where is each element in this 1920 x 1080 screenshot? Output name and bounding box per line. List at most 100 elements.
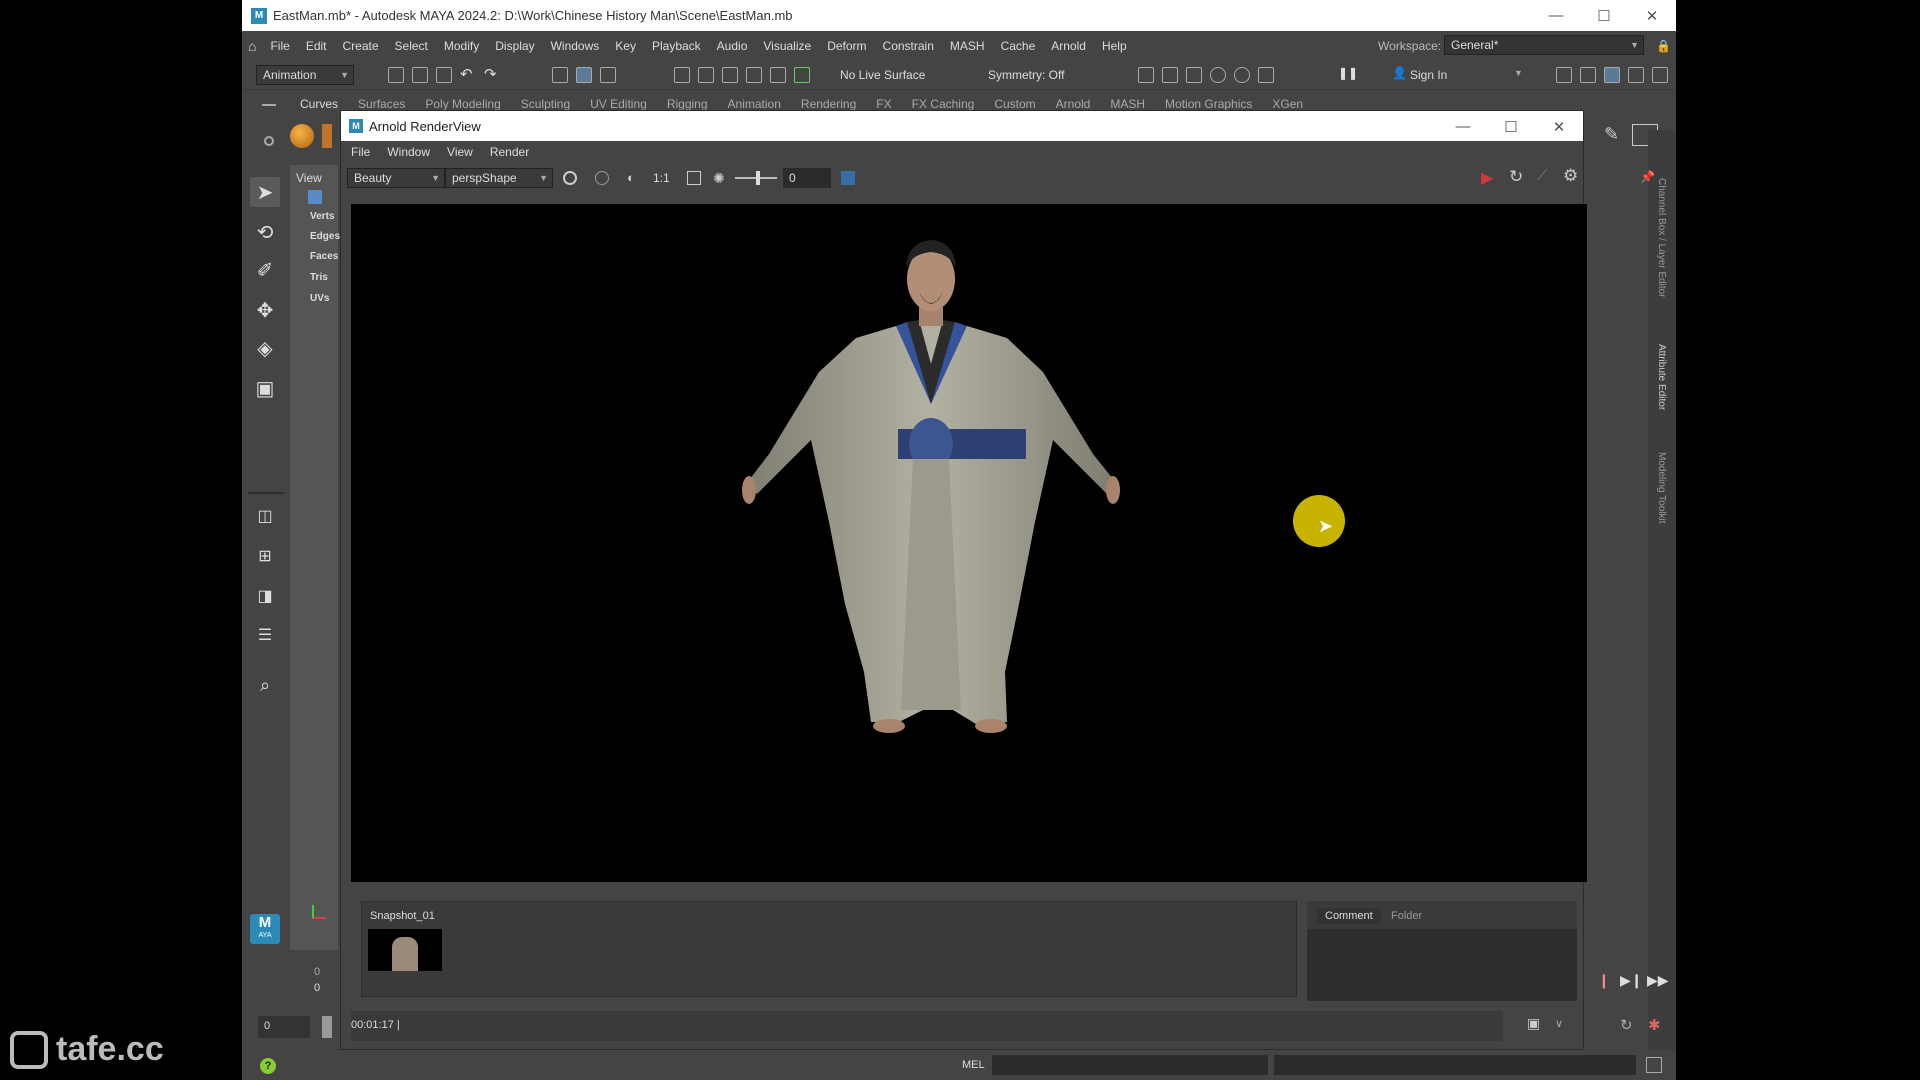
shelf-tab-xgen[interactable]: XGen bbox=[1262, 97, 1313, 111]
pause-icon[interactable]: ❚❚ bbox=[1338, 66, 1358, 80]
shelf-menu-icon[interactable] bbox=[262, 104, 276, 106]
comment-tab[interactable]: Comment bbox=[1317, 908, 1381, 924]
renderview-close-button[interactable]: ✕ bbox=[1535, 111, 1583, 142]
aov-dropdown[interactable]: Beauty ▼ bbox=[347, 168, 445, 188]
move-tool-icon[interactable]: ✥ bbox=[250, 295, 280, 325]
stop-render-icon[interactable]: ⟋ bbox=[1537, 167, 1548, 184]
pin-icon[interactable]: 📌 bbox=[1640, 170, 1655, 184]
loop-icon[interactable]: ↻ bbox=[1620, 1016, 1633, 1034]
brush-shelf-icon[interactable]: ✎ bbox=[1604, 124, 1619, 145]
redo-icon[interactable]: ↷ bbox=[484, 65, 497, 83]
fit-frame-icon[interactable] bbox=[687, 171, 701, 185]
renderview-settings-icon[interactable]: ⚙ bbox=[1563, 166, 1578, 186]
rv-menu-file[interactable]: File bbox=[351, 145, 379, 159]
rgb-icon[interactable] bbox=[595, 171, 609, 185]
color-management-icon[interactable] bbox=[841, 171, 855, 185]
display-channel-icon[interactable] bbox=[563, 171, 577, 185]
snap-surface-icon[interactable] bbox=[770, 67, 786, 83]
menu-mash[interactable]: MASH bbox=[942, 39, 993, 53]
shelf-settings-icon[interactable] bbox=[264, 136, 274, 146]
rotate-tool-icon[interactable]: ◈ bbox=[250, 333, 280, 363]
rv-menu-window[interactable]: Window bbox=[387, 145, 439, 159]
select-component-icon[interactable] bbox=[600, 67, 616, 83]
menu-visualize[interactable]: Visualize bbox=[755, 39, 819, 53]
comment-textarea[interactable] bbox=[1307, 929, 1577, 1001]
snap-point-icon[interactable] bbox=[722, 67, 738, 83]
menu-help[interactable]: Help bbox=[1094, 39, 1135, 53]
render-current-icon[interactable] bbox=[1138, 67, 1154, 83]
menu-file[interactable]: File bbox=[262, 39, 297, 53]
select-object-icon[interactable] bbox=[576, 67, 592, 83]
mel-label[interactable]: MEL bbox=[962, 1059, 985, 1071]
rv-menu-view[interactable]: View bbox=[447, 145, 482, 159]
script-editor-icon[interactable] bbox=[1646, 1057, 1662, 1073]
exposure-icon[interactable]: ✺ bbox=[713, 170, 725, 187]
close-button[interactable]: ✕ bbox=[1628, 0, 1676, 31]
attribute-editor-tab[interactable]: Attribute Editor bbox=[1656, 344, 1667, 410]
maximize-button[interactable]: ☐ bbox=[1580, 0, 1628, 31]
shelf-tab-arnold[interactable]: Arnold bbox=[1046, 97, 1101, 111]
snapshot-camera-icon[interactable]: ▣ bbox=[1527, 1015, 1540, 1032]
crop-region-icon[interactable]: ◐ bbox=[627, 170, 635, 185]
lock-icon[interactable]: 🔒 bbox=[1656, 39, 1671, 53]
mel-input[interactable] bbox=[992, 1055, 1268, 1075]
shelf-tab-motion-graphics[interactable]: Motion Graphics bbox=[1155, 97, 1262, 111]
render-start-icon[interactable]: ▶ bbox=[1481, 168, 1493, 188]
modeling-toolkit-icon[interactable] bbox=[1556, 67, 1572, 83]
menu-edit[interactable]: Edit bbox=[298, 39, 335, 53]
shelf-tab-animation[interactable]: Animation bbox=[718, 97, 791, 111]
shelf-tab-fx[interactable]: FX bbox=[866, 97, 901, 111]
exposure-field[interactable]: 0 bbox=[783, 168, 831, 188]
snap-grid-icon[interactable] bbox=[674, 67, 690, 83]
shelf-tab-uv-editing[interactable]: UV Editing bbox=[580, 97, 657, 111]
menu-display[interactable]: Display bbox=[487, 39, 542, 53]
save-scene-icon[interactable] bbox=[436, 67, 452, 83]
shelf-tab-surfaces[interactable]: Surfaces bbox=[348, 97, 415, 111]
shelf-tab-rigging[interactable]: Rigging bbox=[657, 97, 718, 111]
time-current-field[interactable]: 0 bbox=[314, 982, 320, 994]
snap-curve-icon[interactable] bbox=[698, 67, 714, 83]
search-icon[interactable]: ⌕ bbox=[250, 670, 280, 700]
shelf-tab-curves[interactable]: Curves bbox=[290, 97, 348, 111]
snap-view-icon[interactable] bbox=[746, 67, 762, 83]
range-slider-handle[interactable] bbox=[322, 1016, 332, 1038]
sign-in-button[interactable]: Sign In bbox=[1410, 68, 1447, 82]
shelf-tab-rendering[interactable]: Rendering bbox=[791, 97, 866, 111]
time-start-field[interactable]: 0 bbox=[314, 966, 320, 978]
undo-icon[interactable]: ↶ bbox=[460, 65, 473, 83]
menuset-dropdown[interactable]: Animation ▼ bbox=[256, 65, 354, 85]
select-tool-icon[interactable]: ➤ bbox=[250, 177, 280, 207]
menu-cache[interactable]: Cache bbox=[993, 39, 1044, 53]
minimize-button[interactable]: — bbox=[1532, 0, 1580, 31]
layer-editor-icon[interactable] bbox=[1652, 67, 1668, 83]
render-canvas[interactable] bbox=[351, 204, 1587, 882]
step-back-icon[interactable]: ❙ bbox=[1598, 972, 1610, 989]
menu-deform[interactable]: Deform bbox=[819, 39, 874, 53]
viewport-view-menu[interactable]: View bbox=[296, 171, 322, 185]
snap-vertex-icon[interactable] bbox=[794, 67, 810, 83]
step-forward-icon[interactable]: ▶❙ bbox=[1620, 972, 1643, 989]
cube-shelf-icon[interactable] bbox=[322, 124, 332, 148]
renderview-minimize-button[interactable]: — bbox=[1439, 111, 1487, 142]
menu-windows[interactable]: Windows bbox=[543, 39, 608, 53]
render-sequence-icon[interactable] bbox=[1258, 67, 1274, 83]
shelf-tab-custom[interactable]: Custom bbox=[984, 97, 1045, 111]
frame-field[interactable]: 0 bbox=[258, 1016, 310, 1038]
symmetry-label[interactable]: Symmetry: Off bbox=[988, 68, 1064, 82]
shelf-tab-sculpting[interactable]: Sculpting bbox=[511, 97, 580, 111]
menu-modify[interactable]: Modify bbox=[436, 39, 487, 53]
tool-settings-icon[interactable] bbox=[1628, 67, 1644, 83]
home-icon[interactable]: ⌂ bbox=[248, 38, 256, 54]
two-view-icon[interactable]: ◨ bbox=[250, 581, 280, 611]
scale-tool-icon[interactable]: ▣ bbox=[250, 373, 280, 403]
snapshot-expand-icon[interactable]: ∨ bbox=[1555, 1017, 1563, 1030]
viewport-icon[interactable] bbox=[308, 190, 322, 204]
arnold-render-icon[interactable] bbox=[1234, 67, 1250, 83]
ipr-render-icon[interactable] bbox=[1162, 67, 1178, 83]
menu-select[interactable]: Select bbox=[387, 39, 436, 53]
attribute-editor-icon[interactable] bbox=[1580, 67, 1596, 83]
shelf-tab-mash[interactable]: MASH bbox=[1100, 97, 1155, 111]
camera-dropdown[interactable]: perspShape ▼ bbox=[445, 168, 553, 188]
sign-in-dropdown-icon[interactable]: ▼ bbox=[1514, 68, 1523, 78]
workspace-dropdown[interactable]: General* ▼ bbox=[1444, 35, 1644, 55]
